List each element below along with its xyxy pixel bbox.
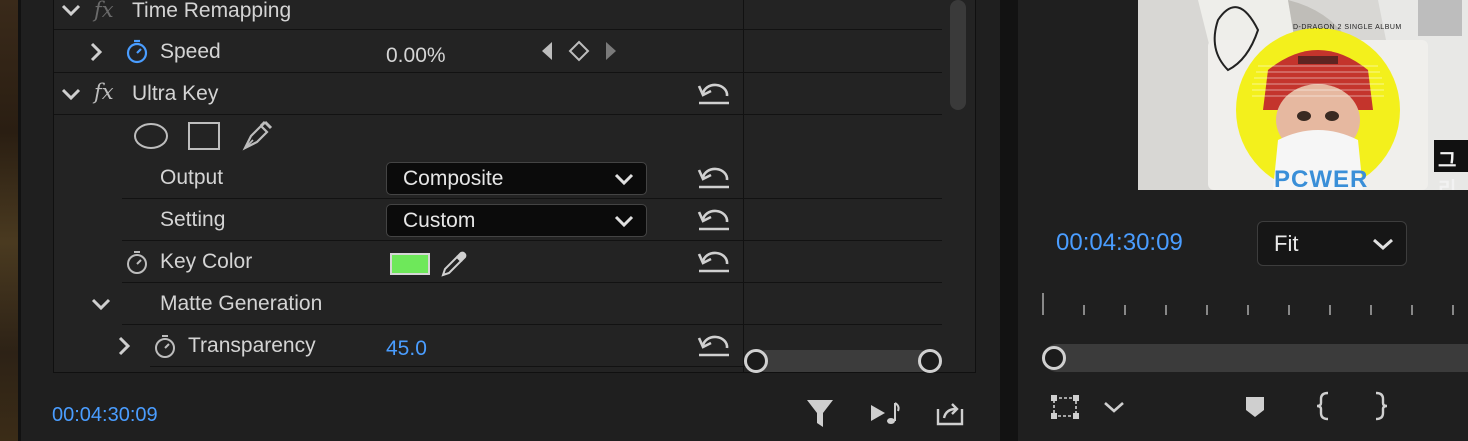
background-video-strip [0, 0, 20, 441]
speed-value[interactable]: 0.00% [386, 45, 446, 66]
stopwatch-icon[interactable] [152, 333, 178, 359]
row-divider [122, 240, 942, 241]
row-divider [54, 72, 942, 73]
reset-icon[interactable] [696, 204, 732, 234]
shirt-text: PCWER [1274, 166, 1369, 190]
chevron-down-icon[interactable] [58, 82, 84, 106]
playhead-handle[interactable] [1042, 346, 1066, 370]
mark-in-icon[interactable] [1310, 390, 1336, 422]
ruler-tick [1124, 305, 1126, 315]
ruler-tick [1370, 305, 1372, 315]
chevron-down-icon[interactable] [58, 0, 84, 22]
rectangle-mask-icon[interactable] [186, 120, 222, 152]
row-divider [54, 114, 942, 115]
ruler-tick [1411, 305, 1413, 315]
ruler-tick [1042, 293, 1044, 315]
subtitle-text: 그리 [1438, 150, 1457, 190]
ultra-key-label: Ultra Key [132, 82, 219, 105]
key-color-swatch[interactable] [390, 253, 430, 275]
chevron-down-icon[interactable] [88, 292, 114, 316]
speed-label: Speed [160, 40, 221, 63]
eyedropper-icon[interactable] [438, 248, 470, 280]
stopwatch-icon[interactable] [124, 249, 150, 275]
ruler-tick [1452, 305, 1454, 315]
zoom-level-dropdown[interactable]: Fit [1257, 221, 1407, 266]
chevron-right-icon[interactable] [86, 40, 106, 64]
chevron-down-icon [1373, 238, 1393, 250]
row-divider [54, 29, 942, 30]
reset-icon[interactable] [696, 330, 732, 360]
ellipse-mask-icon[interactable] [132, 122, 170, 150]
setting-dropdown[interactable]: Custom [386, 204, 647, 237]
row-divider [122, 198, 942, 199]
timeline-zoom-scrollbar[interactable] [755, 350, 931, 372]
reset-icon[interactable] [696, 162, 732, 192]
chevron-right-icon[interactable] [114, 334, 134, 358]
fx-icon: fx [94, 0, 114, 22]
safe-margins-icon[interactable] [1048, 392, 1082, 422]
time-remapping-label: Time Remapping [132, 0, 292, 22]
ruler-tick [1206, 305, 1208, 315]
next-keyframe-icon[interactable] [602, 40, 620, 62]
output-value: Composite [403, 166, 504, 190]
play-audio-icon[interactable] [868, 398, 904, 428]
transparency-value[interactable]: 45.0 [386, 338, 427, 359]
previous-keyframe-icon[interactable] [538, 40, 556, 62]
output-dropdown[interactable]: Composite [386, 162, 647, 195]
ruler-tick [1165, 305, 1167, 315]
row-divider [122, 282, 942, 283]
transparency-label: Transparency [188, 334, 316, 357]
setting-value: Custom [403, 208, 476, 232]
output-label: Output [160, 166, 224, 189]
export-icon[interactable] [933, 398, 967, 428]
matte-generation-label: Matte Generation [160, 292, 323, 315]
keyframe-timeline-divider [743, 0, 744, 373]
zoom-handle-right[interactable] [918, 349, 942, 373]
add-keyframe-icon[interactable] [566, 38, 592, 64]
chevron-down-icon[interactable] [1100, 396, 1128, 418]
album-badge-text: D-DRAGON 2 SINGLE ALBUM [1293, 24, 1402, 31]
zoom-handle-left[interactable] [744, 349, 768, 373]
program-timecode[interactable]: 00:04:30:09 [1056, 231, 1183, 255]
zoom-level-value: Fit [1274, 230, 1299, 256]
chevron-down-icon [614, 215, 634, 227]
stopwatch-icon[interactable] [124, 38, 150, 64]
ruler-tick [1288, 305, 1290, 315]
setting-label: Setting [160, 208, 226, 231]
reset-icon[interactable] [696, 78, 732, 108]
add-marker-icon[interactable] [1240, 392, 1270, 422]
video-frame: D-DRAGON 2 SINGLE ALBUM PCWER 그리 [1138, 0, 1468, 190]
effect-controls-timecode[interactable]: 00:04:30:09 [52, 405, 158, 425]
filter-icon[interactable] [804, 396, 836, 430]
ruler-tick [1247, 305, 1249, 315]
pen-mask-icon[interactable] [238, 118, 276, 154]
mark-out-icon[interactable] [1368, 390, 1394, 422]
chevron-down-icon [614, 173, 634, 185]
ruler-tick [1083, 305, 1085, 315]
row-divider [122, 324, 942, 325]
fx-icon[interactable]: fx [94, 82, 114, 103]
panel-divider [1000, 0, 1018, 441]
program-scrollbar[interactable] [1043, 344, 1468, 372]
vertical-scrollbar[interactable] [950, 0, 966, 110]
ruler-tick [1329, 305, 1331, 315]
key-color-label: Key Color [160, 250, 253, 273]
reset-icon[interactable] [696, 246, 732, 276]
